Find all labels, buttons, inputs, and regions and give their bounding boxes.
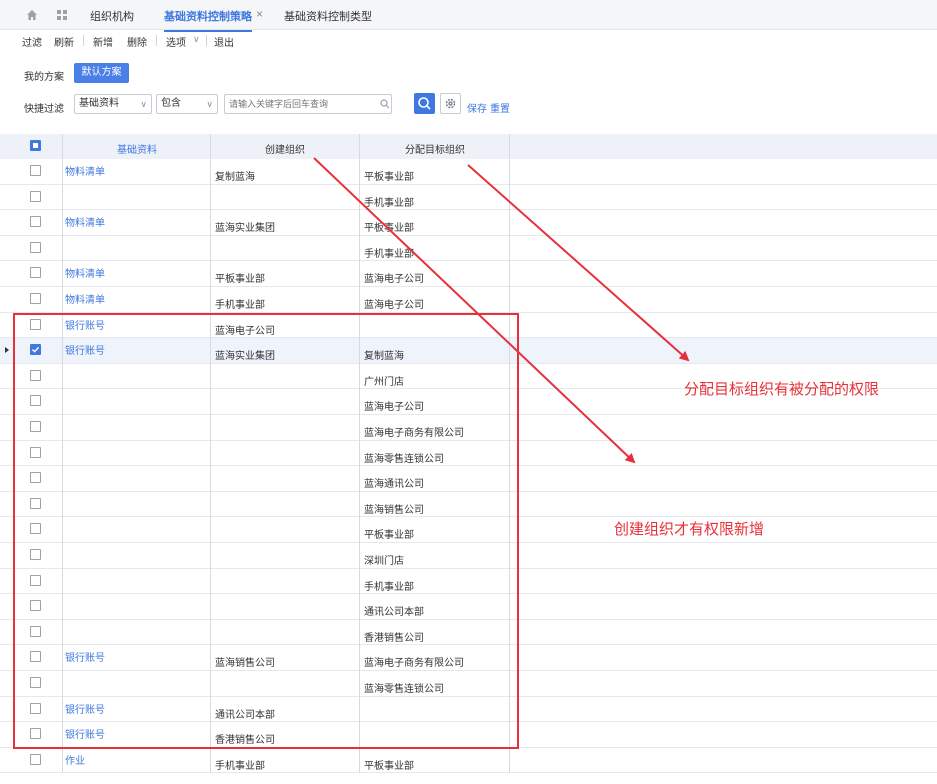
arrow-from-target-org <box>467 164 690 362</box>
annotation-target-org-permission: 分配目标组织有被分配的权限 <box>684 381 880 398</box>
annotation-create-org-permission: 创建组织才有权限新增 <box>614 521 765 538</box>
arrow-from-create-org <box>313 157 636 464</box>
